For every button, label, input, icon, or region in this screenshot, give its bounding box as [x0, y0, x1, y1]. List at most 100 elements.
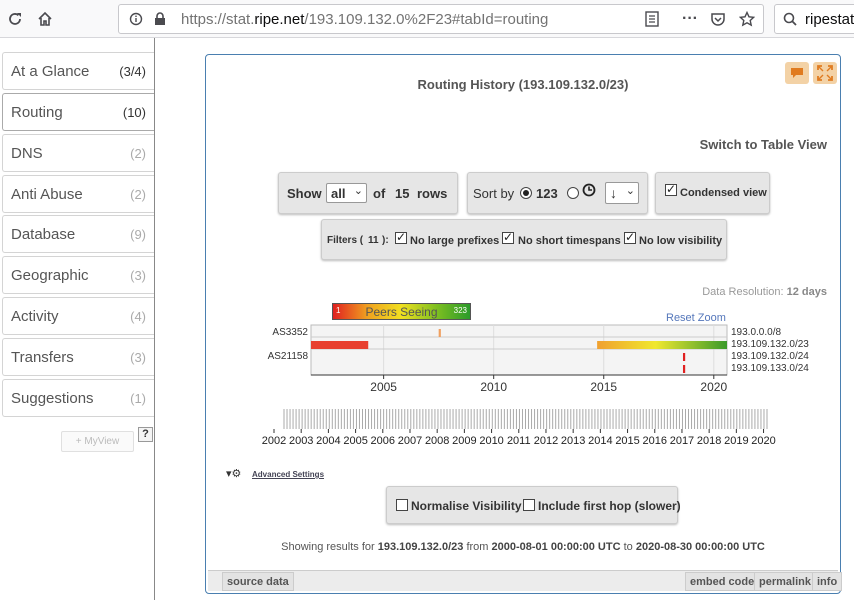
widget-title: Routing History (193.109.132.0/23) [417, 77, 629, 92]
sidebar-item-anti-abuse[interactable]: Anti Abuse (2) [2, 175, 154, 213]
overview-tick-label: 2009 [452, 435, 476, 447]
include-first-hop-checkbox[interactable] [523, 499, 535, 511]
reload-icon[interactable] [4, 8, 26, 30]
condensed-view-checkbox[interactable] [665, 182, 677, 196]
condensed-view-label: Condensed view [680, 187, 767, 199]
sidebar-item-count: (10) [122, 105, 146, 120]
filter-short-timespans-checkbox[interactable] [502, 230, 514, 244]
sidebar-item-label: At a Glance [11, 63, 90, 80]
rows-select[interactable]: all ⌄ [326, 183, 367, 203]
visibility-options: Normalise Visibility Include first hop (… [386, 486, 681, 524]
legend-title: Peers Seeing [365, 305, 438, 319]
permalink-button[interactable]: permalink [754, 572, 816, 591]
y-left-label: AS3352 [272, 327, 308, 338]
fullscreen-icon[interactable] [813, 62, 837, 84]
rows-control: Show all ⌄ of 15 rows [278, 172, 458, 214]
results-summary: Showing results for 193.109.132.0/23 fro… [206, 541, 840, 553]
summary-prefix-label: Showing results for [281, 541, 375, 553]
sidebar: At a Glance (3/4) Routing (10) DNS (2) A… [0, 38, 155, 600]
advanced-settings-link[interactable]: Advanced Settings [252, 470, 324, 479]
resolution-value: 12 days [786, 286, 827, 298]
sidebar-item-label: Geographic [11, 267, 89, 284]
rows-label: rows [417, 186, 448, 201]
bookmark-star-icon[interactable] [736, 8, 758, 30]
lock-icon[interactable] [149, 8, 171, 30]
filter-low-visibility-label: No low visibility [639, 235, 723, 247]
routing-timeline-chart[interactable]: AS3352 AS21158 193.0.0.0/8193.109.132.0/23… [206, 323, 840, 379]
x-tick-label: 2005 [370, 380, 397, 394]
y-right-label: 193.109.132.0/23 [731, 339, 809, 350]
sort-numeric-radio[interactable] [520, 187, 532, 199]
filter-large-prefixes-checkbox[interactable] [395, 230, 407, 244]
sidebar-item-transfers[interactable]: Transfers (3) [2, 338, 154, 376]
sort-label: Sort by [473, 186, 515, 201]
browser-toolbar: https://stat.ripe.net/193.109.132.0%2F23… [0, 0, 854, 38]
chevron-down-icon: ⌄ [353, 185, 363, 197]
overview-tick-label: 2005 [343, 435, 367, 447]
visibility-segment[interactable] [682, 365, 686, 373]
y-right-label: 193.0.0.0/8 [731, 327, 781, 338]
x-tick-label: 2010 [480, 380, 508, 394]
feedback-chat-icon[interactable] [785, 62, 809, 84]
site-info-icon[interactable] [125, 8, 147, 30]
filter-large-prefixes-label: No large prefixes [410, 235, 500, 247]
overview-tick-label: 2013 [561, 435, 585, 447]
sort-order-select[interactable]: ↓ ⌄ [605, 182, 639, 204]
search-bar[interactable]: ripestat [774, 4, 854, 34]
switch-to-table-view-link[interactable]: Switch to Table View [700, 137, 827, 152]
sidebar-item-at-a-glance[interactable]: At a Glance (3/4) [2, 52, 154, 90]
summary-to-value: 2020-08-30 00:00:00 UTC [635, 541, 765, 553]
x-tick-label: 2020 [700, 380, 728, 394]
summary-from-value: 2000-08-01 00:00:00 UTC [491, 541, 621, 553]
sidebar-item-database[interactable]: Database (9) [2, 215, 154, 253]
sidebar-item-count: (3) [130, 350, 146, 365]
sidebar-item-dns[interactable]: DNS (2) [2, 134, 154, 172]
help-button[interactable]: ? [138, 427, 153, 442]
sidebar-item-activity[interactable]: Activity (4) [2, 297, 154, 335]
overview-tick-label: 2011 [507, 435, 531, 447]
sidebar-item-geographic[interactable]: Geographic (3) [2, 256, 154, 294]
overview-tick-label: 2020 [751, 435, 775, 447]
visibility-segment[interactable] [597, 341, 727, 349]
sidebar-item-routing[interactable]: Routing (10) [2, 93, 154, 131]
pocket-icon[interactable] [707, 8, 729, 30]
chevron-down-icon: ⌄ [625, 185, 635, 197]
search-icon [779, 8, 801, 30]
normalise-visibility-label: Normalise Visibility [411, 499, 522, 513]
summary-from-label: from [466, 541, 489, 553]
normalise-visibility-checkbox[interactable] [396, 499, 408, 511]
sidebar-item-suggestions[interactable]: Suggestions (1) [2, 379, 154, 417]
search-input[interactable]: ripestat [805, 11, 854, 28]
sort-time-radio[interactable] [567, 187, 579, 199]
visibility-segment[interactable] [682, 353, 686, 361]
source-data-button[interactable]: source data [222, 572, 294, 591]
overview-tick-label: 2019 [724, 435, 748, 447]
visibility-segment[interactable] [311, 341, 369, 349]
overview-timeline[interactable]: 2002 2003 2004 2005 2006 2007 2008 2009 2010 2011… [206, 407, 840, 451]
filters-control: Filters ( 11 ): No large prefixes No sho… [321, 219, 727, 260]
visibility-segment[interactable] [438, 329, 441, 337]
home-icon[interactable] [34, 8, 56, 30]
sidebar-item-label: Database [11, 226, 76, 243]
filter-short-timespans-label: No short timespans [518, 235, 621, 247]
sidebar-item-label: Suggestions [11, 390, 94, 407]
x-tick-label: 2015 [590, 380, 618, 394]
widget-bottom-bar: source data embed code permalink info [208, 570, 843, 591]
add-myview-button[interactable]: + MyView [61, 431, 134, 452]
of-label: of [373, 186, 386, 201]
info-button[interactable]: info [812, 572, 843, 591]
embed-code-button[interactable]: embed code [685, 572, 760, 591]
condensed-view-control: Condensed view [655, 172, 770, 214]
reader-view-icon[interactable] [641, 8, 663, 30]
sort-numeric-label: 123 [536, 186, 558, 201]
more-actions-icon[interactable]: ··· [679, 8, 701, 30]
gear-icon[interactable]: ▾⚙ [226, 467, 241, 480]
overview-tick-label: 2012 [534, 435, 558, 447]
overview-tick-label: 2014 [588, 435, 612, 447]
overview-tick-label: 2008 [425, 435, 449, 447]
url-bar[interactable]: https://stat.ripe.net/193.109.132.0%2F23… [118, 4, 764, 34]
overview-tick-label: 2006 [371, 435, 395, 447]
y-left-label: AS21158 [268, 351, 309, 362]
filter-low-visibility-checkbox[interactable] [624, 230, 636, 244]
overview-tick-label: 2018 [697, 435, 721, 447]
